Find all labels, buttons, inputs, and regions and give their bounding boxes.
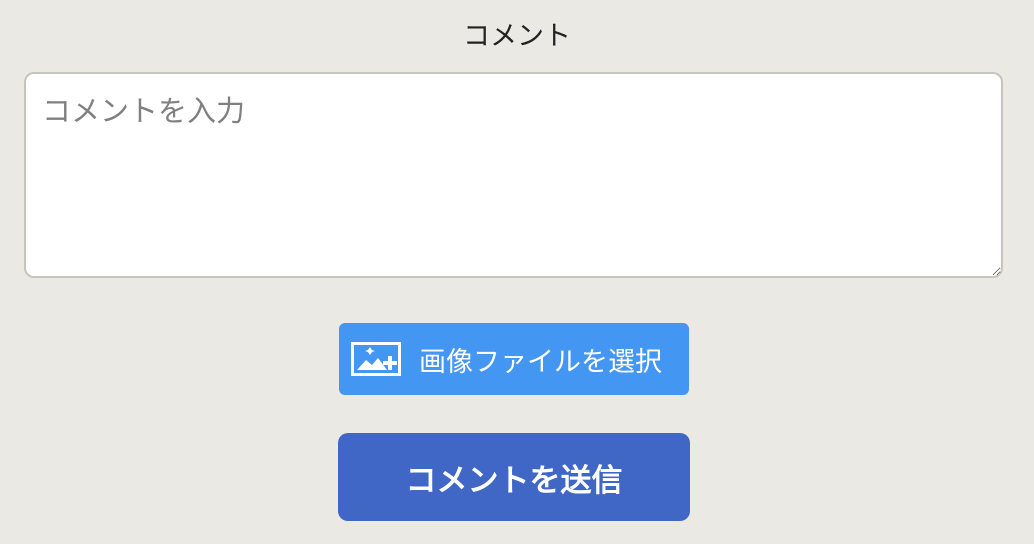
submit-comment-button[interactable]: コメントを送信 <box>338 433 690 521</box>
comment-section-label: コメント <box>463 21 571 52</box>
select-image-button-label: 画像ファイルを選択 <box>419 346 662 378</box>
add-image-icon <box>351 342 401 376</box>
select-image-button[interactable]: 画像ファイルを選択 <box>339 323 689 395</box>
comment-input[interactable] <box>24 72 1003 278</box>
